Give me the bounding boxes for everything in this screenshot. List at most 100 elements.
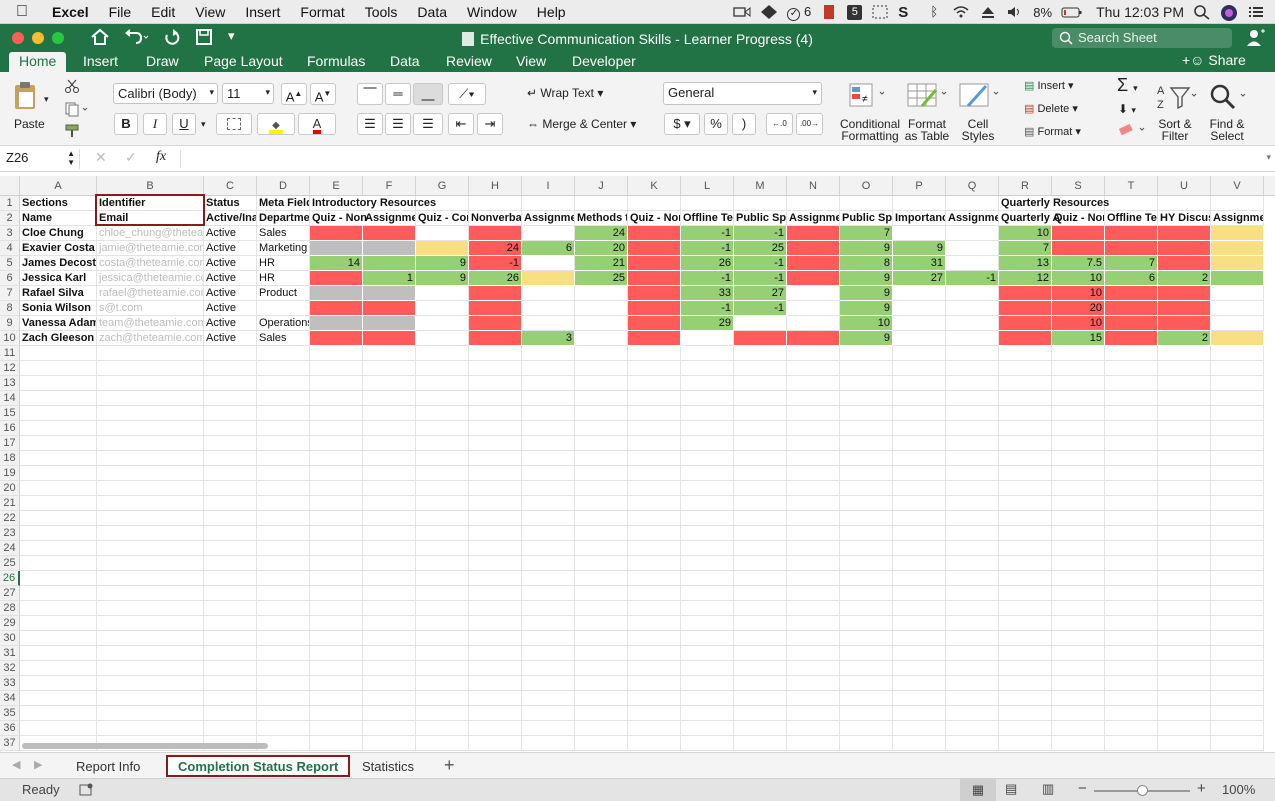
grid-cell[interactable] (575, 421, 628, 436)
grid-cell[interactable] (1105, 481, 1158, 496)
grid-cell[interactable]: Operations (257, 316, 310, 331)
grid-cell[interactable] (575, 556, 628, 571)
grid-cell[interactable] (469, 736, 522, 751)
grid-cell[interactable]: Active (204, 331, 257, 346)
grid-cell[interactable] (893, 706, 946, 721)
grid-cell[interactable]: Public Spea (840, 211, 893, 226)
grid-cell[interactable] (522, 586, 575, 601)
grid-cell[interactable] (999, 346, 1052, 361)
grid-cell[interactable] (946, 316, 999, 331)
grid-cell[interactable] (97, 391, 204, 406)
grid-cell[interactable]: -1 (734, 226, 787, 241)
grid-cell[interactable] (999, 361, 1052, 376)
grid-cell[interactable] (522, 196, 575, 211)
grid-cell[interactable]: 9 (893, 241, 946, 256)
align-middle-button[interactable]: ═ (385, 83, 411, 105)
menu-edit[interactable]: Edit (141, 4, 185, 20)
grid-cell[interactable] (734, 556, 787, 571)
grid-cell[interactable] (628, 286, 681, 301)
grid-cell[interactable] (1158, 721, 1211, 736)
grid-cell[interactable] (840, 646, 893, 661)
grid-cell[interactable] (469, 346, 522, 361)
grid-cell[interactable]: 12 (999, 271, 1052, 286)
grid-cell[interactable] (681, 346, 734, 361)
grid-cell[interactable] (416, 376, 469, 391)
grid-cell[interactable] (575, 661, 628, 676)
grid-cell[interactable]: costa@theteamie.com (97, 256, 204, 271)
grid-cell[interactable] (628, 466, 681, 481)
grid-cell[interactable]: Quarterly A (999, 211, 1061, 226)
grid-cell[interactable] (893, 571, 946, 586)
grid-cell[interactable] (416, 241, 469, 256)
grid-cell[interactable] (416, 661, 469, 676)
grid-cell[interactable] (1158, 346, 1211, 361)
grid-cell[interactable] (257, 466, 310, 481)
grid-cell[interactable]: Cloe Chung (20, 226, 97, 241)
grid-cell[interactable] (522, 346, 575, 361)
grid-cell[interactable] (20, 586, 97, 601)
grid-cell[interactable] (787, 451, 840, 466)
grid-cell[interactable] (20, 706, 97, 721)
grid-cell[interactable] (840, 391, 893, 406)
column-header[interactable]: U (1158, 176, 1211, 196)
grid-cell[interactable] (999, 736, 1052, 751)
grid-cell[interactable] (946, 421, 999, 436)
grid-cell[interactable] (310, 406, 363, 421)
grid-cell[interactable] (787, 466, 840, 481)
grid-cell[interactable]: zach@theteamie.com (97, 331, 204, 346)
grid-cell[interactable] (734, 601, 787, 616)
grid-cell[interactable] (893, 481, 946, 496)
volume-icon[interactable] (1006, 4, 1024, 20)
grid-cell[interactable]: 9 (416, 271, 469, 286)
grid-cell[interactable] (469, 301, 522, 316)
grid-cell[interactable] (734, 196, 787, 211)
align-bottom-button[interactable]: ⎽ (413, 83, 443, 105)
grid-cell[interactable] (1052, 226, 1105, 241)
tab-insert[interactable]: Insert (79, 53, 122, 69)
autosum-icon[interactable]: Σ ▾ (1117, 75, 1138, 96)
grid-cell[interactable] (20, 376, 97, 391)
row-header[interactable]: 18 (0, 451, 20, 466)
grid-cell[interactable] (787, 301, 840, 316)
grid-cell[interactable] (893, 691, 946, 706)
row-header[interactable]: 25 (0, 556, 20, 571)
grid-cell[interactable] (681, 721, 734, 736)
grid-cell[interactable] (734, 376, 787, 391)
grid-cell[interactable] (787, 631, 840, 646)
grid-cell[interactable] (575, 481, 628, 496)
grid-cell[interactable] (1158, 556, 1211, 571)
row-header[interactable]: 28 (0, 601, 20, 616)
grid-cell[interactable] (97, 646, 204, 661)
grid-cell[interactable]: 7.5 (1052, 256, 1105, 271)
grid-cell[interactable] (946, 331, 999, 346)
grid-cell[interactable] (1158, 226, 1211, 241)
grid-cell[interactable] (787, 736, 840, 751)
grid-cell[interactable] (1211, 661, 1264, 676)
grid-cell[interactable] (97, 631, 204, 646)
grid-cell[interactable] (1052, 511, 1105, 526)
grid-cell[interactable] (363, 481, 416, 496)
grid-cell[interactable] (999, 571, 1052, 586)
grid-cell[interactable] (469, 556, 522, 571)
tab-formulas[interactable]: Formulas (303, 53, 369, 69)
grid-cell[interactable] (628, 616, 681, 631)
grid-cell[interactable] (416, 541, 469, 556)
grid-cell[interactable] (1052, 586, 1105, 601)
column-header[interactable]: L (681, 176, 734, 196)
grid-cell[interactable] (681, 361, 734, 376)
grid-cell[interactable] (999, 316, 1052, 331)
grid-cell[interactable] (946, 196, 999, 211)
row-header[interactable]: 4 (0, 241, 20, 256)
grid-cell[interactable] (628, 721, 681, 736)
row-header[interactable]: 15 (0, 406, 20, 421)
grid-cell[interactable] (204, 556, 257, 571)
grid-cell[interactable] (1211, 301, 1264, 316)
grid-cell[interactable] (787, 601, 840, 616)
grid-cell[interactable] (787, 541, 840, 556)
grid-cell[interactable] (628, 226, 681, 241)
grid-cell[interactable] (522, 271, 575, 286)
grid-cell[interactable] (469, 541, 522, 556)
grid-cell[interactable] (1052, 421, 1105, 436)
grid-cell[interactable] (97, 616, 204, 631)
grid-cell[interactable] (469, 616, 522, 631)
